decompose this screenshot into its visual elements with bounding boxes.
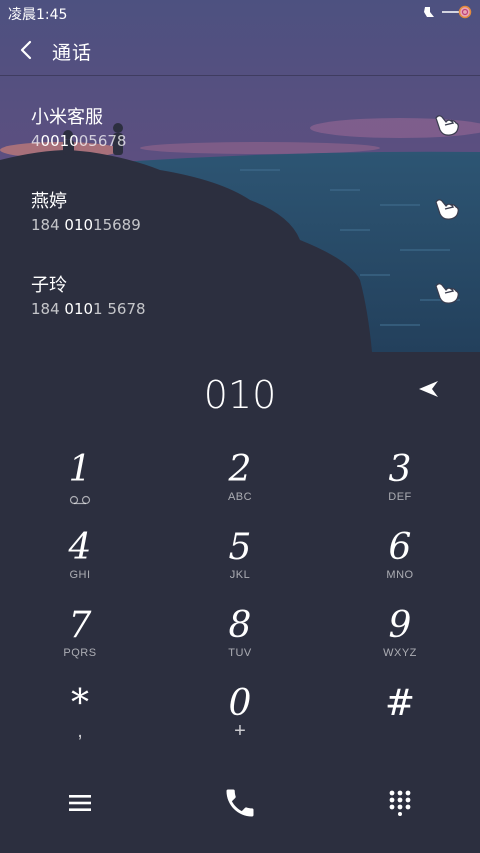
key-digit: 6 (388, 527, 412, 568)
status-icons (422, 5, 472, 23)
dialpad-icon (389, 790, 411, 820)
key-8[interactable]: 8 TUV (160, 596, 320, 674)
contact-item[interactable]: 燕婷 184 01015689 (0, 176, 480, 260)
number-suffix: 15689 (93, 216, 141, 234)
key-digit: 3 (388, 449, 412, 490)
call-hand-icon (433, 112, 461, 142)
number-suffix: 05678 (78, 132, 127, 150)
dialed-number: 010 (203, 373, 277, 417)
key-digit: 5 (228, 527, 252, 568)
app-bar: 通话 (0, 28, 480, 76)
key-letters: TUV (228, 647, 252, 659)
voicemail-icon (68, 490, 92, 509)
notification-icon (422, 5, 436, 23)
call-button[interactable] (160, 770, 320, 840)
contact-item[interactable]: 小米客服 4001005678 (0, 92, 480, 176)
number-match: 010 (64, 300, 94, 318)
key-5[interactable]: 5 JKL (160, 518, 320, 596)
key-digit: 2 (228, 449, 252, 490)
key-star[interactable]: * , (0, 674, 160, 752)
key-1[interactable]: 1 (0, 440, 160, 518)
status-time: 凌晨1:45 (8, 7, 68, 23)
key-letters: PQRS (63, 647, 97, 659)
dial-display: 010 (0, 365, 480, 427)
key-letters: , (77, 720, 83, 742)
key-digit: 4 (68, 527, 92, 568)
key-0[interactable]: 0 + (160, 674, 320, 752)
key-6[interactable]: 6 MNO (320, 518, 480, 596)
key-letters: MNO (386, 569, 414, 581)
contact-call-button[interactable] (432, 112, 462, 142)
contact-name: 燕婷 (31, 191, 67, 212)
status-bar: 凌晨1:45 (0, 0, 480, 28)
contact-number: 4001005678 (31, 130, 480, 152)
key-digit: 0 (228, 683, 252, 724)
key-letters: DEF (388, 491, 412, 503)
call-hand-icon (433, 196, 461, 226)
key-letters: ABC (227, 491, 253, 503)
back-arrow-icon (19, 40, 33, 64)
number-prefix: 184 (31, 300, 65, 318)
contact-number: 184 0101 5678 (31, 298, 480, 320)
number-suffix: 1 5678 (93, 300, 146, 318)
key-letters: GHI (69, 569, 91, 581)
key-letters: + (234, 720, 246, 742)
bottom-action-bar (0, 770, 480, 840)
back-button[interactable] (0, 28, 52, 76)
key-7[interactable]: 7 PQRS (0, 596, 160, 674)
contact-item[interactable]: 子玲 184 0101 5678 (0, 260, 480, 344)
contact-name: 小米客服 (31, 107, 103, 128)
key-digit: 1 (68, 449, 92, 490)
contact-number: 184 01015689 (31, 214, 480, 236)
page-title: 通话 (52, 42, 93, 64)
contact-call-button[interactable] (432, 280, 462, 310)
key-digit: 8 (228, 605, 252, 646)
battery-icon (442, 5, 472, 23)
backspace-icon (417, 380, 439, 402)
contact-call-button[interactable] (432, 196, 462, 226)
contact-name: 子玲 (31, 275, 67, 296)
key-letters: JKL (229, 569, 251, 581)
key-digit: * (71, 683, 89, 724)
menu-icon (69, 794, 91, 816)
key-3[interactable]: 3 DEF (320, 440, 480, 518)
number-prefix: 184 (31, 216, 65, 234)
number-match: 0010 (40, 132, 79, 150)
key-letters: WXYZ (383, 647, 417, 659)
key-digit: 7 (68, 605, 92, 646)
key-9[interactable]: 9 WXYZ (320, 596, 480, 674)
dial-keypad: 1 2 ABC 3 DEF 4 GHI 5 JKL 6 MNO 7 PQRS 8… (0, 440, 480, 752)
phone-icon (222, 785, 258, 825)
key-4[interactable]: 4 GHI (0, 518, 160, 596)
number-match: 010 (64, 216, 94, 234)
key-hash[interactable]: # (320, 674, 480, 752)
key-digit: 9 (388, 605, 412, 646)
call-hand-icon (433, 280, 461, 310)
dialpad-toggle-button[interactable] (320, 770, 480, 840)
contact-results-list: 小米客服 4001005678 燕婷 184 01015689 子玲 184 0 (0, 92, 480, 344)
backspace-button[interactable] (414, 377, 442, 405)
number-prefix: 4 (31, 132, 41, 150)
menu-button[interactable] (0, 770, 160, 840)
key-digit: # (384, 683, 416, 724)
key-2[interactable]: 2 ABC (160, 440, 320, 518)
